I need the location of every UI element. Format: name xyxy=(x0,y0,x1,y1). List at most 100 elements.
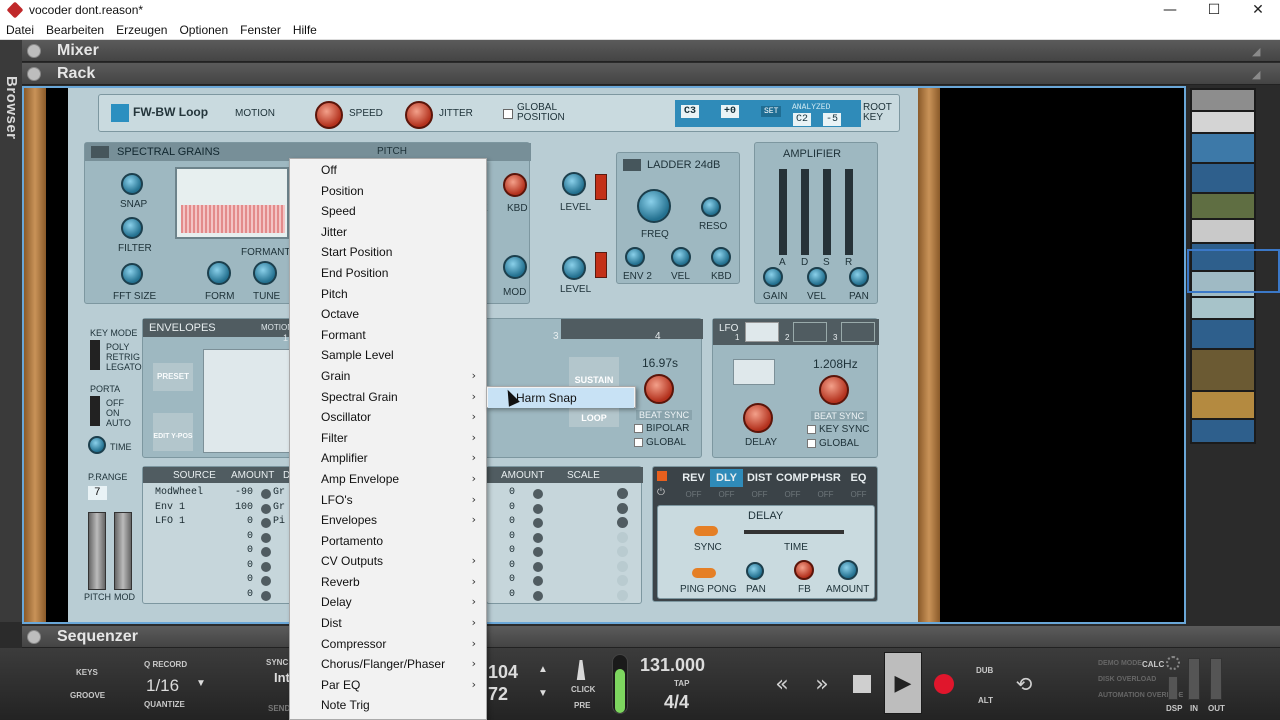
matrix-amount-knob[interactable] xyxy=(261,561,271,572)
fx-off-indicator[interactable]: OFF xyxy=(710,489,743,501)
lfo-rate-knob[interactable] xyxy=(819,375,849,405)
matrix2-row[interactable]: 0 xyxy=(495,589,635,604)
matrix2-clear-icon[interactable] xyxy=(617,517,628,528)
lfo-number-2[interactable]: 2 xyxy=(785,333,789,342)
fx-tab-rev[interactable]: REV xyxy=(677,469,710,487)
matrix-row[interactable]: Env 1 100 Gr xyxy=(151,502,291,517)
menu-erzeugen[interactable]: Erzeugen xyxy=(110,23,173,37)
form-knob[interactable] xyxy=(207,261,231,285)
matrix2-amount-knob[interactable] xyxy=(533,489,543,499)
amp-vel-knob[interactable] xyxy=(807,267,827,287)
play-button[interactable]: ▶ xyxy=(884,652,922,714)
filter-vel-knob[interactable] xyxy=(671,247,691,267)
rack-toggle-icon[interactable] xyxy=(27,66,41,81)
pre-label[interactable]: PRE xyxy=(574,701,590,710)
preset-button[interactable]: PRESET xyxy=(153,363,193,391)
sustain-button[interactable]: SUSTAIN xyxy=(569,357,619,387)
loop-dropdown-icon[interactable] xyxy=(111,104,129,122)
set-button[interactable]: SET xyxy=(761,106,782,117)
envelope-global-checkbox[interactable] xyxy=(634,438,643,447)
sequencer-toggle-icon[interactable] xyxy=(27,629,41,644)
delay-time-slider[interactable] xyxy=(744,530,844,534)
matrix-amount-knob[interactable] xyxy=(261,518,271,528)
lfo-number-3[interactable]: 3 xyxy=(833,333,837,342)
reso-knob[interactable] xyxy=(701,197,721,217)
position-bar-value[interactable]: 104 xyxy=(488,662,518,683)
matrix-amount-cell[interactable]: 0 xyxy=(223,589,253,600)
sequencer-section-bar[interactable]: Sequenzer xyxy=(22,626,1280,648)
matrix-amount-knob[interactable] xyxy=(261,489,271,499)
menu-item-octave[interactable]: Octave xyxy=(290,304,486,325)
fx-power-icon[interactable]: ⏻ xyxy=(657,487,669,499)
matrix2-amount-cell[interactable]: 0 xyxy=(509,560,515,571)
lfo-1-wave-icon[interactable] xyxy=(745,322,779,342)
matrix-amount-cell[interactable]: 0 xyxy=(223,545,253,556)
snap-knob[interactable] xyxy=(121,173,143,195)
jitter-knob[interactable] xyxy=(405,101,433,129)
root-note-display[interactable]: C3 xyxy=(681,105,700,118)
matrix2-row[interactable]: 0 xyxy=(495,545,635,560)
menu-item-position[interactable]: Position xyxy=(290,181,486,202)
matrix-row[interactable]: 0 xyxy=(151,574,291,589)
record-button[interactable] xyxy=(926,666,962,702)
matrix-source-cell[interactable]: ModWheel xyxy=(155,487,203,498)
key-sync-checkbox[interactable] xyxy=(807,425,816,434)
matrix2-row[interactable]: 0 xyxy=(495,502,635,517)
menu-item-note-trig[interactable]: Note Trig xyxy=(290,695,486,716)
matrix2-amount-knob[interactable] xyxy=(533,561,543,572)
matrix2-row[interactable]: 0 xyxy=(495,516,635,531)
stop-button[interactable] xyxy=(844,666,880,702)
tune-knob[interactable] xyxy=(253,261,277,285)
attack-slider[interactable] xyxy=(779,169,787,255)
global-position-checkbox[interactable] xyxy=(503,109,513,119)
dub-button[interactable]: DUB xyxy=(976,666,993,675)
lfo-waveform-display[interactable] xyxy=(733,359,775,385)
menu-item-pitch[interactable]: Pitch xyxy=(290,284,486,305)
fx-off-indicator[interactable]: OFF xyxy=(809,489,842,501)
matrix2-amount-cell[interactable]: 0 xyxy=(509,589,515,600)
menu-item-sample-level[interactable]: Sample Level xyxy=(290,345,486,366)
gain-knob[interactable] xyxy=(763,267,783,287)
env2-knob[interactable] xyxy=(625,247,645,267)
menu-item-spectral-grain[interactable]: Spectral Grain › xyxy=(290,387,486,408)
menu-item-reverb[interactable]: Reverb › xyxy=(290,572,486,593)
edit-ypos-button[interactable]: EDIT Y-POS xyxy=(153,413,193,451)
matrix2-amount-knob[interactable] xyxy=(533,503,543,514)
menu-item-portamento[interactable]: Portamento xyxy=(290,531,486,552)
matrix2-amount-cell[interactable]: 0 xyxy=(509,574,515,585)
menu-item-end-position[interactable]: End Position xyxy=(290,263,486,284)
menu-item-amp-envelope[interactable]: Amp Envelope › xyxy=(290,469,486,490)
matrix-source-cell[interactable]: LFO 1 xyxy=(155,516,185,527)
menu-fenster[interactable]: Fenster xyxy=(234,23,287,37)
matrix-amount-knob[interactable] xyxy=(261,547,271,557)
fx-enable-led[interactable] xyxy=(657,471,667,481)
menu-item-off[interactable]: Off xyxy=(290,160,486,181)
time-signature-value[interactable]: 4/4 xyxy=(664,692,689,713)
matrix-dest-cell[interactable]: Pi xyxy=(273,516,285,527)
matrix2-row[interactable]: 0 xyxy=(495,531,635,546)
matrix2-amount-knob[interactable] xyxy=(533,576,543,586)
menu-optionen[interactable]: Optionen xyxy=(173,23,234,37)
click-label[interactable]: CLICK xyxy=(571,685,595,694)
matrix2-row[interactable]: 0 xyxy=(495,487,635,502)
position-down-icon[interactable]: ▼ xyxy=(538,688,548,699)
envelope-beat-sync-button[interactable]: BEAT SYNC xyxy=(636,410,693,420)
kbd-knob[interactable] xyxy=(503,173,527,197)
matrix2-row[interactable]: 0 xyxy=(495,574,635,589)
prange-value[interactable]: 7 xyxy=(88,486,107,500)
fx-off-indicator[interactable]: OFF xyxy=(776,489,809,501)
key-mode-switch[interactable] xyxy=(90,340,100,370)
freq-knob[interactable] xyxy=(637,189,671,223)
delay-pan-knob[interactable] xyxy=(746,562,764,580)
delay-amount-knob[interactable] xyxy=(838,560,858,580)
menu-item-chorus-flanger-phaser[interactable]: Chorus/Flanger/Phaser › xyxy=(290,654,486,675)
matrix-dest-cell[interactable]: Gr xyxy=(273,487,285,498)
menu-hilfe[interactable]: Hilfe xyxy=(287,23,323,37)
menu-item-amplifier[interactable]: Amplifier › xyxy=(290,448,486,469)
loop-mode-label[interactable]: FW-BW Loop xyxy=(133,105,208,119)
amp-pan-knob[interactable] xyxy=(849,267,869,287)
sustain-slider[interactable] xyxy=(823,169,831,255)
menu-item-dist[interactable]: Dist › xyxy=(290,613,486,634)
lfo-delay-knob[interactable] xyxy=(743,403,773,433)
matrix2-clear-icon[interactable] xyxy=(617,502,628,514)
